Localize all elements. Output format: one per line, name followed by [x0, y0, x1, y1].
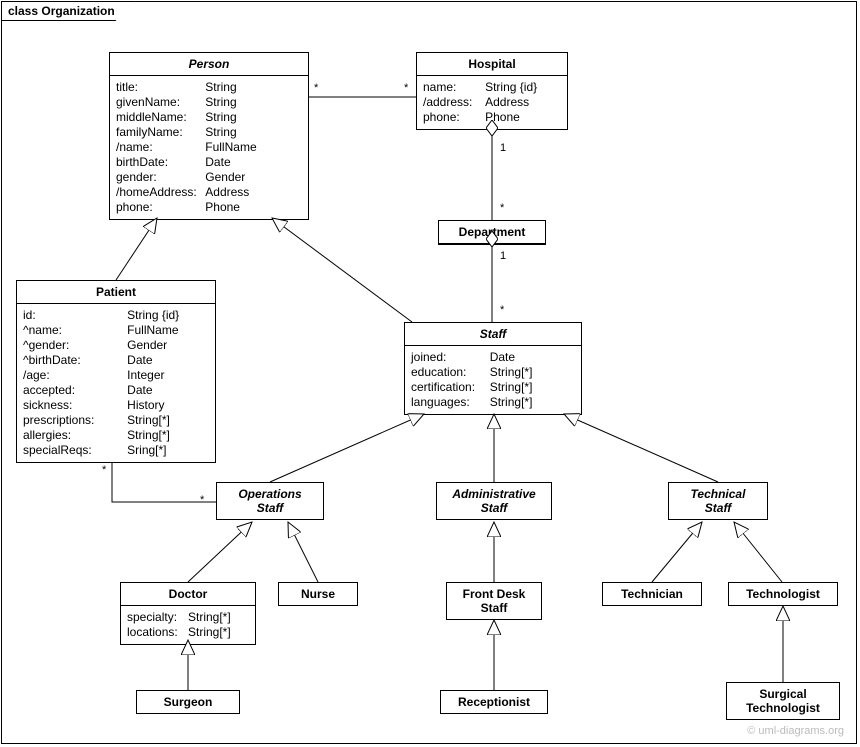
class-receptionist: Receptionist [440, 690, 548, 714]
class-title: Hospital [417, 53, 567, 76]
class-title: Technician [603, 583, 701, 605]
class-title: Receptionist [441, 691, 547, 713]
class-attrs: name:String {id} /address:Address phone:… [417, 76, 567, 129]
class-surgical-technologist: Surgical Technologist [726, 682, 840, 720]
mult-label: * [500, 202, 504, 214]
class-technical-staff: Technical Staff [668, 482, 768, 520]
class-technologist: Technologist [728, 582, 838, 606]
class-staff: Staff joined:Date education:String[*] ce… [404, 322, 582, 415]
class-title: Surgical Technologist [727, 683, 839, 719]
class-title: Technologist [729, 583, 837, 605]
class-title: Doctor [121, 583, 255, 606]
class-technician: Technician [602, 582, 702, 606]
class-title: Technical Staff [669, 483, 767, 519]
mult-label: * [102, 464, 106, 476]
class-department: Department [438, 220, 546, 245]
mult-label: 1 [500, 250, 506, 262]
class-nurse: Nurse [278, 582, 358, 606]
frame-label: class Organization [1, 1, 136, 21]
class-person: Person title:String givenName:String mid… [109, 52, 309, 220]
class-attrs: joined:Date education:String[*] certific… [405, 346, 581, 414]
class-title: Surgeon [137, 691, 239, 713]
package-frame: class Organization Person title:String g… [1, 1, 857, 744]
mult-label: * [314, 82, 318, 94]
class-title: Department [439, 221, 545, 244]
watermark: © uml-diagrams.org [747, 725, 844, 737]
class-hospital: Hospital name:String {id} /address:Addre… [416, 52, 568, 130]
class-administrative-staff: Administrative Staff [436, 482, 552, 520]
mult-label: * [200, 494, 204, 506]
class-title: Administrative Staff [437, 483, 551, 519]
class-operations-staff: Operations Staff [216, 482, 324, 520]
class-title: Person [110, 53, 308, 76]
mult-label: * [404, 82, 408, 94]
mult-label: * [500, 304, 504, 316]
class-title: Staff [405, 323, 581, 346]
class-attrs: id:String {id} ^name:FullName ^gender:Ge… [17, 304, 215, 462]
class-title: Patient [17, 281, 215, 304]
class-front-desk-staff: Front Desk Staff [446, 582, 542, 620]
class-title: Front Desk Staff [447, 583, 541, 619]
class-attrs: specialty:String[*] locations:String[*] [121, 606, 255, 644]
class-patient: Patient id:String {id} ^name:FullName ^g… [16, 280, 216, 463]
mult-label: 1 [500, 142, 506, 154]
class-title: Operations Staff [217, 483, 323, 519]
class-doctor: Doctor specialty:String[*] locations:Str… [120, 582, 256, 645]
class-attrs: title:String givenName:String middleName… [110, 76, 308, 219]
class-title: Nurse [279, 583, 357, 605]
class-surgeon: Surgeon [136, 690, 240, 714]
